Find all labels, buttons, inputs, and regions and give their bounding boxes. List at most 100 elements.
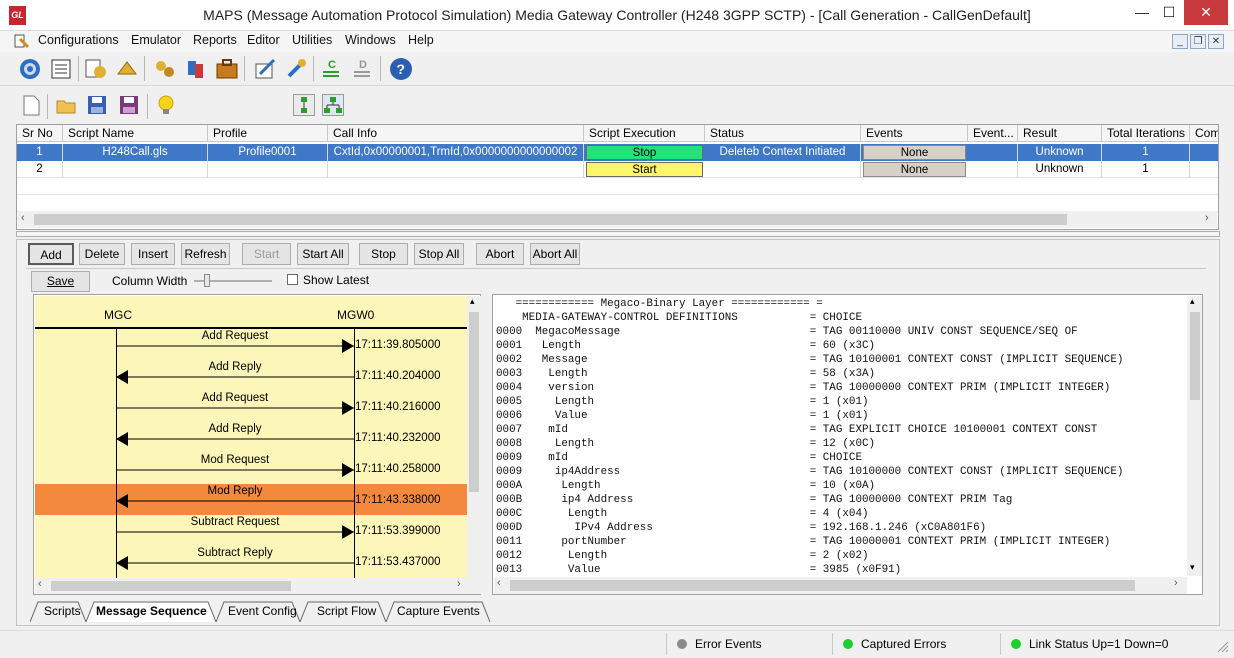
decode-horizontal-scrollbar[interactable]: ‹ › <box>494 577 1187 594</box>
scroll-up-icon[interactable]: ▴ <box>470 296 475 307</box>
decode-line[interactable]: 000D IPv4 Address = 192.168.1.246 (xC0A8… <box>496 521 1176 535</box>
events-button[interactable]: None <box>863 145 966 160</box>
sequence-horizontal-scrollbar[interactable]: ‹ › <box>35 578 481 594</box>
call-flow-icon[interactable]: C <box>319 56 345 82</box>
scroll-left-icon[interactable]: ‹ <box>38 578 42 590</box>
sequence-message-row[interactable]: Add Reply 17:11:40.204000 <box>35 360 467 391</box>
scroll-thumb[interactable] <box>510 580 1135 591</box>
col-header-total-iterations[interactable]: Total Iterations <box>1102 125 1190 142</box>
col-header-events[interactable]: Events <box>861 125 968 142</box>
sequence-message-row[interactable]: Mod Reply 17:11:43.338000 <box>35 484 467 515</box>
close-button[interactable]: ✕ <box>1184 0 1228 25</box>
tab-event-config[interactable]: Event Config <box>220 601 305 623</box>
menu-utilities[interactable]: Utilities <box>292 33 332 47</box>
disconnect-icon[interactable]: D <box>350 56 376 82</box>
grid-horizontal-scrollbar[interactable]: ‹ › <box>18 211 1217 228</box>
table-row[interactable]: 1 H248Call.gls Profile0001 CxtId,0x00000… <box>17 144 1218 161</box>
decode-vertical-scrollbar[interactable]: ▴ ▾ <box>1187 296 1202 576</box>
slider-handle[interactable] <box>204 274 210 287</box>
scroll-thumb[interactable] <box>469 312 479 492</box>
tab-capture-events[interactable]: Capture Events <box>389 601 488 623</box>
decode-text[interactable]: ============ Megaco-Binary Layer =======… <box>496 297 1176 575</box>
decode-line[interactable]: MEDIA-GATEWAY-CONTROL DEFINITIONS = CHOI… <box>496 311 1176 325</box>
mdi-close-button[interactable]: ✕ <box>1208 34 1224 49</box>
mdi-restore-button[interactable]: ❐ <box>1190 34 1206 49</box>
new-file-icon[interactable] <box>20 94 42 116</box>
decode-line[interactable]: 000A Length = 10 (x0A) <box>496 479 1176 493</box>
call-script-icon[interactable] <box>83 56 109 82</box>
decode-line[interactable]: 0008 Length = 12 (x0C) <box>496 437 1176 451</box>
abort-button[interactable]: Abort <box>476 243 524 265</box>
start-script-button[interactable]: Start <box>586 162 703 177</box>
start-button[interactable]: Start <box>242 243 291 265</box>
start-all-button[interactable]: Start All <box>297 243 349 265</box>
mdi-minimize-button[interactable]: _ <box>1172 34 1188 49</box>
open-folder-icon[interactable] <box>55 94 77 116</box>
save-all-icon[interactable] <box>118 94 140 116</box>
col-header-call-info[interactable]: Call Info <box>328 125 584 142</box>
decode-line[interactable]: 0011 portNumber = TAG 10000001 CONTEXT P… <box>496 535 1176 549</box>
vertical-layout-icon[interactable] <box>293 94 315 116</box>
decode-line[interactable]: 0012 Length = 2 (x02) <box>496 549 1176 563</box>
sequence-message-row[interactable]: Add Request 17:11:39.805000 <box>35 329 467 360</box>
sequence-message-row[interactable]: Add Reply 17:11:40.232000 <box>35 422 467 453</box>
scroll-right-icon[interactable]: › <box>1205 212 1209 224</box>
decode-line[interactable]: 0009 mId = CHOICE <box>496 451 1176 465</box>
phone-icon[interactable] <box>114 56 140 82</box>
col-header-result[interactable]: Result <box>1018 125 1102 142</box>
sequence-message-row[interactable]: Subtract Reply 17:11:53.437000 <box>35 546 467 577</box>
menu-reports[interactable]: Reports <box>193 33 237 47</box>
script-list-icon[interactable] <box>48 56 74 82</box>
error-events-status[interactable]: Error Events <box>666 633 831 655</box>
tree-layout-icon[interactable] <box>322 94 344 116</box>
decode-line[interactable]: 0000 MegacoMessage = TAG 00110000 UNIV C… <box>496 325 1176 339</box>
decode-line[interactable]: 000B ip4 Address = TAG 10000000 CONTEXT … <box>496 493 1176 507</box>
tab-scripts[interactable]: Scripts <box>36 601 89 623</box>
sequence-message-row[interactable]: Add Request 17:11:40.216000 <box>35 391 467 422</box>
help-icon[interactable]: ? <box>388 56 414 82</box>
phones-icon[interactable] <box>152 56 178 82</box>
decode-line[interactable]: 0003 Length = 58 (x3A) <box>496 367 1176 381</box>
tab-message-sequence[interactable]: Message Sequence <box>88 601 215 623</box>
show-latest-checkbox[interactable] <box>287 274 298 285</box>
scroll-left-icon[interactable]: ‹ <box>497 577 501 589</box>
decode-line[interactable]: 000C Length = 4 (x04) <box>496 507 1176 521</box>
col-header-comment[interactable]: Com <box>1190 125 1218 142</box>
tab-script-flow[interactable]: Script Flow <box>309 601 384 623</box>
scroll-thumb[interactable] <box>51 581 291 591</box>
scroll-thumb[interactable] <box>34 214 1067 225</box>
save-icon[interactable] <box>86 94 108 116</box>
add-button[interactable]: Add <box>28 243 74 265</box>
lightbulb-icon[interactable] <box>155 94 177 116</box>
col-header-script-name[interactable]: Script Name <box>63 125 208 142</box>
refresh-button[interactable]: Refresh <box>181 243 230 265</box>
resize-grip-icon[interactable] <box>1215 639 1229 653</box>
events-button[interactable]: None <box>863 162 966 177</box>
decode-line[interactable]: 0002 Message = TAG 10100001 CONTEXT CONS… <box>496 353 1176 367</box>
stop-script-button[interactable]: Stop <box>586 145 703 160</box>
scroll-up-icon[interactable]: ▴ <box>1190 296 1195 307</box>
app-menu-icon[interactable] <box>14 33 30 49</box>
decode-line[interactable]: 0009 ip4Address = TAG 10100000 CONTEXT C… <box>496 465 1176 479</box>
scroll-right-icon[interactable]: › <box>1174 577 1178 589</box>
decode-line[interactable]: 0007 mId = TAG EXPLICIT CHOICE 10100001 … <box>496 423 1176 437</box>
col-header-event-detail[interactable]: Event... <box>968 125 1018 142</box>
sequence-message-row[interactable]: Mod Request 17:11:40.258000 <box>35 453 467 484</box>
menu-editor[interactable]: Editor <box>247 33 280 47</box>
menu-emulator[interactable]: Emulator <box>131 33 181 47</box>
save-sequence-button[interactable]: Save <box>31 271 90 292</box>
menu-configurations[interactable]: Configurations <box>38 33 119 47</box>
decode-line[interactable]: 0006 Value = 1 (x01) <box>496 409 1176 423</box>
briefcase-icon[interactable] <box>214 56 240 82</box>
col-header-srno[interactable]: Sr No <box>17 125 63 142</box>
stop-all-button[interactable]: Stop All <box>414 243 464 265</box>
menu-help[interactable]: Help <box>408 33 434 47</box>
sequence-vertical-scrollbar[interactable]: ▴ <box>467 296 481 578</box>
stop-button[interactable]: Stop <box>359 243 408 265</box>
delete-button[interactable]: Delete <box>79 243 125 265</box>
col-header-status[interactable]: Status <box>705 125 861 142</box>
scroll-thumb[interactable] <box>1190 312 1200 400</box>
tools-icon[interactable] <box>283 56 309 82</box>
col-header-script-execution[interactable]: Script Execution <box>584 125 705 142</box>
decode-line[interactable]: 0013 Value = 3985 (x0F91) <box>496 563 1176 575</box>
